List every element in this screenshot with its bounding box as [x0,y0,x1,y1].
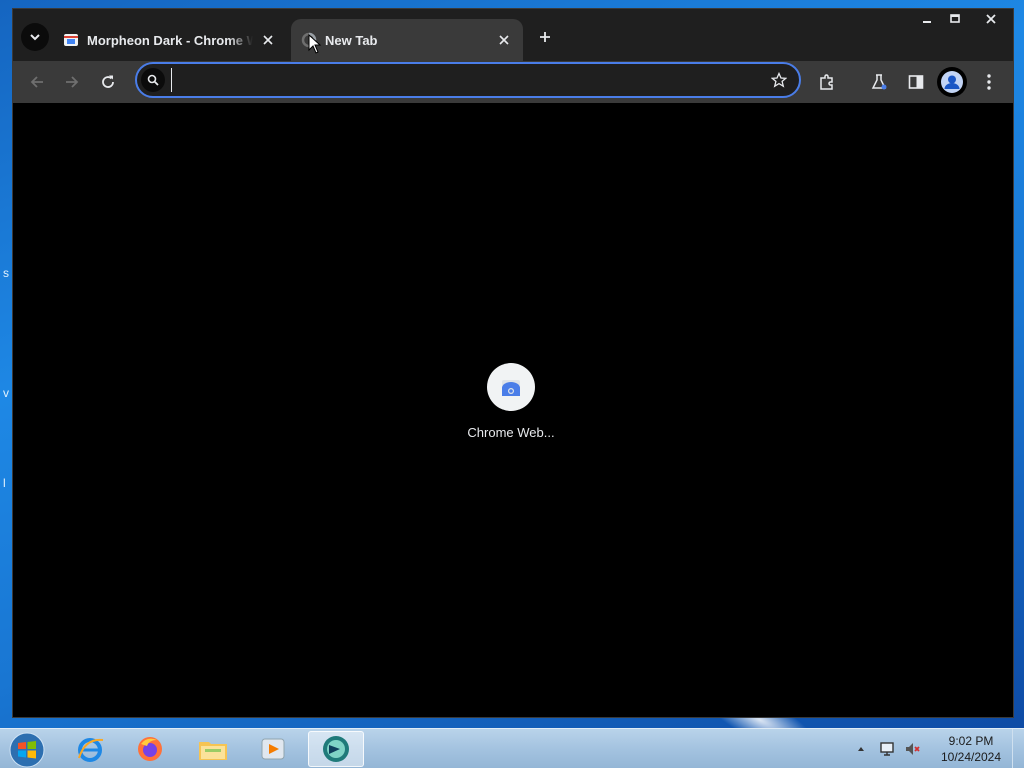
forward-button[interactable] [58,68,86,96]
tab-morpheon-dark[interactable]: Morpheon Dark - Chrome Web Store [53,19,287,61]
minimize-button[interactable] [913,9,941,29]
back-button[interactable] [23,68,51,96]
desktop-icon-fragment: s [3,266,9,280]
volume-muted-icon [906,743,920,755]
chrome-web-store-icon [502,380,520,396]
extensions-button[interactable] [813,68,841,96]
close-icon [263,35,273,45]
close-icon [986,14,996,24]
puzzle-piece-icon [820,74,833,90]
taskbar-file-explorer[interactable] [185,731,241,767]
new-tab-page: Chrome Web... [13,103,1013,717]
tab-close-button[interactable] [259,31,277,49]
side-panel-button[interactable] [902,68,930,96]
mouse-cursor-icon [308,34,322,54]
close-window-button[interactable] [969,9,1013,29]
side-panel-icon [908,75,924,89]
reload-button[interactable] [94,68,122,96]
flask-icon [871,74,887,90]
tab-new-tab[interactable]: New Tab [291,19,523,61]
chevron-down-icon [30,34,40,41]
tab-search-button[interactable] [21,23,49,51]
firefox-icon [138,737,162,761]
profile-avatar-button[interactable] [937,67,967,97]
start-button[interactable] [8,731,46,768]
clock-time: 9:02 PM [948,734,994,748]
maximize-button[interactable] [941,9,969,29]
menu-button[interactable] [975,68,1003,96]
avatar-icon [941,71,963,93]
chrome-labs-button[interactable] [865,68,893,96]
omnibox-search-icon-wrap [141,68,165,92]
bookmark-star-button[interactable] [769,70,789,90]
search-icon [147,74,159,86]
media-player-icon [261,738,285,760]
star-icon [771,72,787,88]
windows-logo-icon [9,732,45,768]
close-icon [499,35,509,45]
new-tab-button[interactable] [533,25,557,49]
network-icon [880,742,894,756]
toolbar [13,61,1013,103]
omnibox[interactable] [135,62,801,98]
shortcut-tile [487,363,535,411]
folder-icon [199,742,227,760]
clock-date: 10/24/2024 [940,750,1002,764]
system-clock[interactable]: 9:02 PM 10/24/2024 [938,733,1004,765]
address-input[interactable] [171,68,751,92]
browser-app-icon [323,736,349,762]
internet-explorer-icon [78,738,104,762]
taskbar: 9:02 PM 10/24/2024 [0,728,1024,768]
taskbar-media-player[interactable] [245,731,301,767]
tab-title: New Tab [325,32,378,48]
kebab-menu-icon [987,74,991,90]
arrow-left-icon [30,76,43,88]
show-desktop-button[interactable] [1012,729,1024,768]
desktop-icon-fragment: v [3,386,9,400]
chevron-up-icon [858,747,864,751]
taskbar-firefox[interactable] [122,731,178,767]
browser-window: Morpheon Dark - Chrome Web Store New Tab [12,8,1014,718]
tab-close-button[interactable] [495,31,513,49]
tab-title: Morpheon Dark - Chrome Web Store [87,32,253,48]
network-tray-button[interactable] [876,738,898,760]
chrome-web-store-favicon-icon [64,34,78,46]
reload-icon [102,75,114,88]
tab-strip: Morpheon Dark - Chrome Web Store New Tab [13,9,1013,61]
desktop-icon-fragment: l [3,476,6,490]
arrow-right-icon [66,76,79,88]
maximize-icon [950,14,960,23]
taskbar-internet-explorer[interactable] [62,731,118,767]
taskbar-chrome-active[interactable] [308,731,364,767]
window-controls [913,9,1013,29]
show-hidden-icons-button[interactable] [850,738,872,760]
plus-icon [540,32,550,42]
shortcut-chrome-web-store[interactable]: Chrome Web... [457,363,565,440]
system-tray: 9:02 PM 10/24/2024 [846,729,1024,768]
minimize-icon [923,21,931,23]
shortcut-label: Chrome Web... [467,425,555,440]
volume-tray-button[interactable] [902,738,924,760]
